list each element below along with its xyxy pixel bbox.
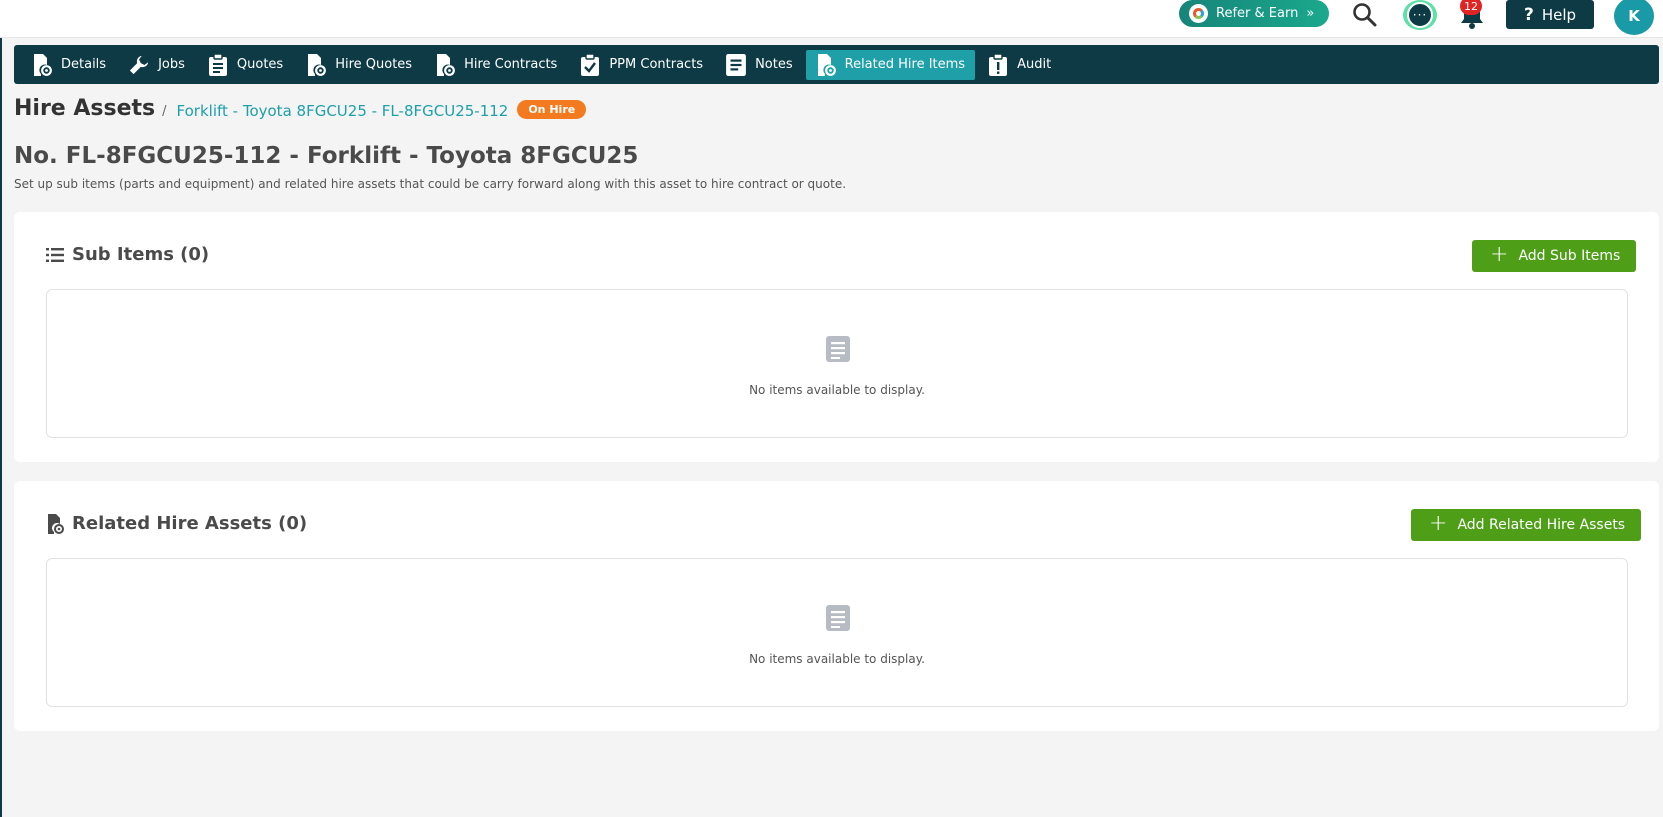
list-icon [46,247,64,262]
page-title: No. FL-8FGCU25-112 - Forklift - Toyota 8… [14,143,639,169]
file-gear-icon [306,53,327,76]
related-assets-empty-text: No items available to display. [749,652,925,666]
breadcrumb-root[interactable]: Hire Assets [14,96,155,121]
document-icon [826,336,850,366]
file-gear-icon [435,53,455,76]
search-icon[interactable] [1350,0,1380,30]
breadcrumb-current[interactable]: Forklift - Toyota 8FGCU25 - FL-8FGCU25-1… [177,102,509,120]
related-assets-empty-state: No items available to display. [46,558,1628,707]
file-gear-icon [816,53,836,76]
tab-jobs[interactable]: Jobs [119,50,195,80]
plus-icon: + [1490,242,1509,267]
related-assets-panel: Related Hire Assets (0) + Add Related Hi… [14,481,1659,731]
chat-dots: ··· [1407,2,1433,28]
tab-details[interactable]: Details [22,50,116,80]
question-icon: ? [1523,4,1534,25]
avatar[interactable]: K [1614,0,1654,35]
top-bar: Refer & Earn » ··· 12 ? Help K [0,0,1663,38]
refer-earn-label: Refer & Earn [1216,6,1299,21]
sub-items-panel: Sub Items (0) + Add Sub Items No items a… [14,212,1659,462]
wrench-icon [129,54,149,76]
add-related-hire-assets-button[interactable]: + Add Related Hire Assets [1411,509,1642,541]
related-assets-title: Related Hire Assets (0) [72,513,308,534]
clipboard-check-icon [580,53,600,76]
notes-icon [726,53,746,76]
help-button[interactable]: ? Help [1506,0,1594,29]
related-assets-header: Related Hire Assets (0) [46,513,307,534]
add-related-assets-label: Add Related Hire Assets [1457,517,1626,533]
tab-hire-quotes[interactable]: Hire Quotes [296,50,422,80]
clipboard-icon [208,53,228,76]
tab-label: Hire Contracts [464,57,558,72]
tab-label: PPM Contracts [609,57,704,72]
double-chevron-right-icon: » [1306,6,1315,21]
plus-icon: + [1429,511,1448,536]
tab-related-hire-items[interactable]: Related Hire Items [805,49,976,80]
tab-hire-contracts[interactable]: Hire Contracts [425,50,567,80]
sub-items-empty-state: No items available to display. [46,289,1628,438]
tab-label: Related Hire Items [844,57,966,72]
clipboard-alert-icon [988,53,1008,76]
tab-label: Jobs [158,57,185,72]
sub-items-empty-text: No items available to display. [749,383,925,397]
tab-audit[interactable]: Audit [978,50,1061,80]
tab-quotes[interactable]: Quotes [198,50,293,80]
refer-logo-icon [1189,4,1208,23]
sub-items-header: Sub Items (0) [46,244,209,265]
tab-label: Details [61,57,107,72]
file-gear-icon [32,53,52,76]
add-sub-items-button[interactable]: + Add Sub Items [1472,240,1637,272]
sub-items-title: Sub Items (0) [72,244,210,265]
refer-earn-button[interactable]: Refer & Earn » [1179,0,1329,27]
help-label: Help [1541,5,1577,24]
page-description: Set up sub items (parts and equipment) a… [14,177,847,191]
record-tabs: Details Jobs Quotes Hire Quotes Hire Contrac… [14,45,1659,84]
tab-label: Audit [1017,57,1052,72]
notification-badge: 12 [1460,0,1482,15]
breadcrumb: Hire Assets / Forklift - Toyota 8FGCU25 … [14,96,587,121]
file-gear-icon [46,513,64,534]
add-sub-items-label: Add Sub Items [1518,248,1621,264]
tab-label: Quotes [236,57,284,72]
chat-icon[interactable]: ··· [1403,0,1437,30]
status-badge: On Hire [517,100,587,119]
document-icon [826,605,850,635]
tab-notes[interactable]: Notes [716,50,803,80]
left-edge [0,38,2,817]
tab-label: Notes [755,57,793,72]
breadcrumb-separator: / [162,104,167,119]
tab-ppm-contracts[interactable]: PPM Contracts [570,50,713,80]
tab-label: Hire Quotes [335,57,413,72]
